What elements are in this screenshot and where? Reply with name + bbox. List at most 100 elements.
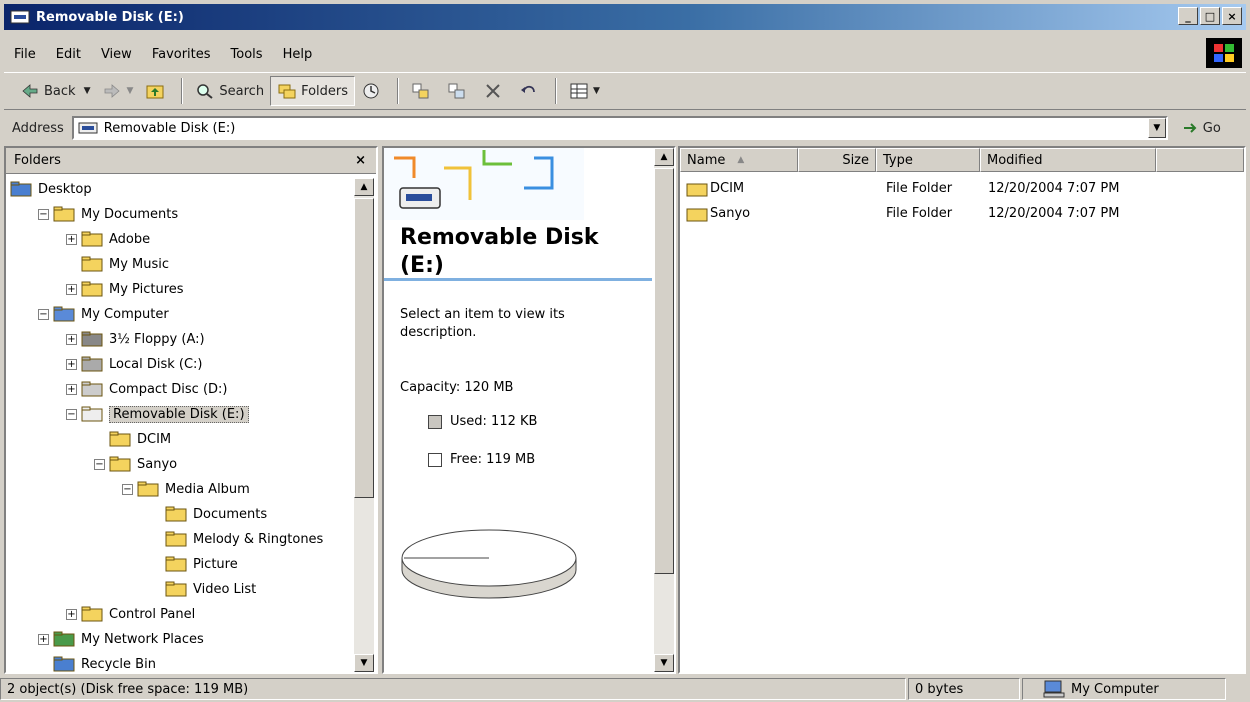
column-header-modified[interactable]: Modified	[980, 148, 1156, 172]
used-legend: Used: 112 KB	[428, 414, 537, 429]
expand-icon[interactable]: +	[66, 358, 77, 370]
tree-node[interactable]: My Music	[66, 253, 169, 275]
free-swatch	[428, 452, 442, 467]
views-button[interactable]: ▼	[563, 76, 606, 106]
views-dropdown-icon[interactable]: ▼	[593, 86, 600, 96]
scroll-down-icon[interactable]: ▼	[354, 654, 374, 672]
tree-node[interactable]: Recycle Bin	[38, 653, 156, 672]
control-panel-icon	[81, 606, 103, 622]
back-dropdown-icon[interactable]: ▼	[84, 86, 91, 96]
tree-node[interactable]: +3½ Floppy (A:)	[66, 328, 205, 350]
folder-icon	[109, 431, 131, 447]
folder-icon	[165, 531, 187, 547]
folder-icon	[165, 506, 187, 522]
expand-icon[interactable]: +	[66, 383, 77, 395]
copy-to-button[interactable]	[441, 76, 477, 106]
search-button[interactable]: Search	[189, 76, 270, 106]
file-name: DCIM	[710, 181, 745, 196]
undo-button[interactable]	[513, 76, 549, 106]
menu-edit[interactable]: Edit	[46, 47, 91, 62]
harddisk-icon	[81, 356, 103, 372]
tree-node[interactable]: Melody & Ringtones	[150, 528, 323, 550]
tree-node[interactable]: − Removable Disk (E:)	[66, 403, 249, 425]
tree-node[interactable]: Picture	[150, 553, 238, 575]
up-folder-button[interactable]	[139, 76, 175, 106]
folder-open-icon	[53, 206, 75, 222]
tree-node[interactable]: Desktop	[10, 178, 92, 200]
tree-node[interactable]: − My Documents	[38, 203, 178, 225]
removable-disk-icon	[81, 406, 103, 422]
tree-node-label: Adobe	[109, 231, 151, 247]
maximize-button[interactable]: □	[1200, 7, 1220, 25]
folders-label: Folders	[301, 83, 349, 99]
tree-node[interactable]: + My Network Places	[38, 628, 204, 650]
delete-x-icon	[486, 84, 500, 98]
folders-pane-close-icon[interactable]: ×	[355, 153, 366, 168]
column-header-size[interactable]: Size	[798, 148, 876, 172]
menu-help[interactable]: Help	[273, 47, 323, 62]
tree-node-label: Control Panel	[109, 606, 196, 622]
tree-node-label: Local Disk (C:)	[109, 356, 203, 372]
file-list-row[interactable]: DCIM File Folder 12/20/2004 7:07 PM	[680, 178, 1240, 200]
collapse-icon[interactable]: −	[66, 408, 77, 420]
collapse-icon[interactable]: −	[38, 308, 49, 320]
go-button[interactable]: Go	[1182, 120, 1221, 136]
expand-icon[interactable]: +	[66, 608, 77, 620]
file-list-row[interactable]: Sanyo File Folder 12/20/2004 7:07 PM	[680, 203, 1240, 225]
column-header-name[interactable]: Name ▲	[680, 148, 798, 172]
removable-disk-icon	[78, 122, 98, 134]
expand-icon[interactable]: +	[38, 633, 49, 645]
menu-view[interactable]: View	[91, 47, 142, 62]
collapse-icon[interactable]: −	[94, 458, 105, 470]
forward-dropdown-icon[interactable]: ▼	[126, 86, 133, 96]
tree-node[interactable]: − Sanyo	[94, 453, 177, 475]
address-dropdown-icon[interactable]: ▼	[1147, 118, 1166, 138]
info-pane-scrollbar[interactable]: ▲ ▼	[654, 148, 674, 672]
delete-button[interactable]	[477, 76, 513, 106]
tree-node[interactable]: Video List	[150, 578, 256, 600]
menu-favorites[interactable]: Favorites	[142, 47, 221, 62]
tree-node[interactable]: + Local Disk (C:)	[66, 353, 202, 375]
tree-node[interactable]: + My Pictures	[66, 278, 184, 300]
toolbar-separator	[555, 78, 558, 104]
scroll-thumb[interactable]	[354, 198, 374, 498]
move-to-button[interactable]	[405, 76, 441, 106]
address-input[interactable]: Removable Disk (E:) ▼	[71, 116, 1168, 140]
expand-icon[interactable]: +	[66, 333, 77, 345]
menu-file[interactable]: File	[4, 47, 46, 62]
tree-node[interactable]: − My Computer	[38, 303, 169, 325]
go-arrow-icon	[1183, 123, 1197, 133]
folder-tree-scrollbar[interactable]: ▲ ▼	[354, 178, 374, 672]
close-button[interactable]: ×	[1222, 7, 1242, 25]
history-button[interactable]	[355, 76, 391, 106]
main-area: Folders × Desktop − My Documents + Adobe My M…	[4, 146, 1246, 674]
back-button[interactable]: Back ▼	[14, 76, 96, 106]
scroll-up-icon[interactable]: ▲	[654, 148, 674, 166]
tree-node[interactable]: − Media Album	[122, 478, 250, 500]
collapse-icon[interactable]: −	[122, 483, 133, 495]
folder-tree: Desktop − My Documents + Adobe My Music + My Pi…	[10, 178, 350, 672]
info-pane-title: Removable Disk (E:)	[400, 225, 599, 278]
tree-node-label: My Music	[109, 256, 170, 272]
tree-node[interactable]: DCIM	[94, 428, 171, 450]
scroll-up-icon[interactable]: ▲	[354, 178, 374, 196]
folders-button[interactable]: Folders	[270, 76, 356, 106]
floppy-icon	[81, 331, 103, 347]
tree-node[interactable]: + Adobe	[66, 228, 150, 250]
scroll-thumb[interactable]	[654, 168, 674, 574]
expand-icon[interactable]: +	[66, 283, 77, 295]
column-header-type[interactable]: Type	[876, 148, 980, 172]
forward-button[interactable]: ▼	[96, 76, 139, 106]
menu-tools[interactable]: Tools	[221, 47, 273, 62]
scroll-down-icon[interactable]: ▼	[654, 654, 674, 672]
tree-node-label: My Documents	[81, 206, 179, 222]
title-bar[interactable]: Removable Disk (E:) _ □ ×	[4, 4, 1246, 30]
tree-node[interactable]: Documents	[150, 503, 267, 525]
tree-node[interactable]: + Compact Disc (D:)	[66, 378, 228, 400]
status-objects: 2 object(s) (Disk free space: 119 MB)	[0, 678, 906, 700]
expand-icon[interactable]: +	[66, 233, 77, 245]
tree-node[interactable]: + Control Panel	[66, 603, 195, 625]
minimize-button[interactable]: _	[1178, 7, 1198, 25]
column-name-label: Name	[687, 152, 726, 168]
collapse-icon[interactable]: −	[38, 208, 49, 220]
